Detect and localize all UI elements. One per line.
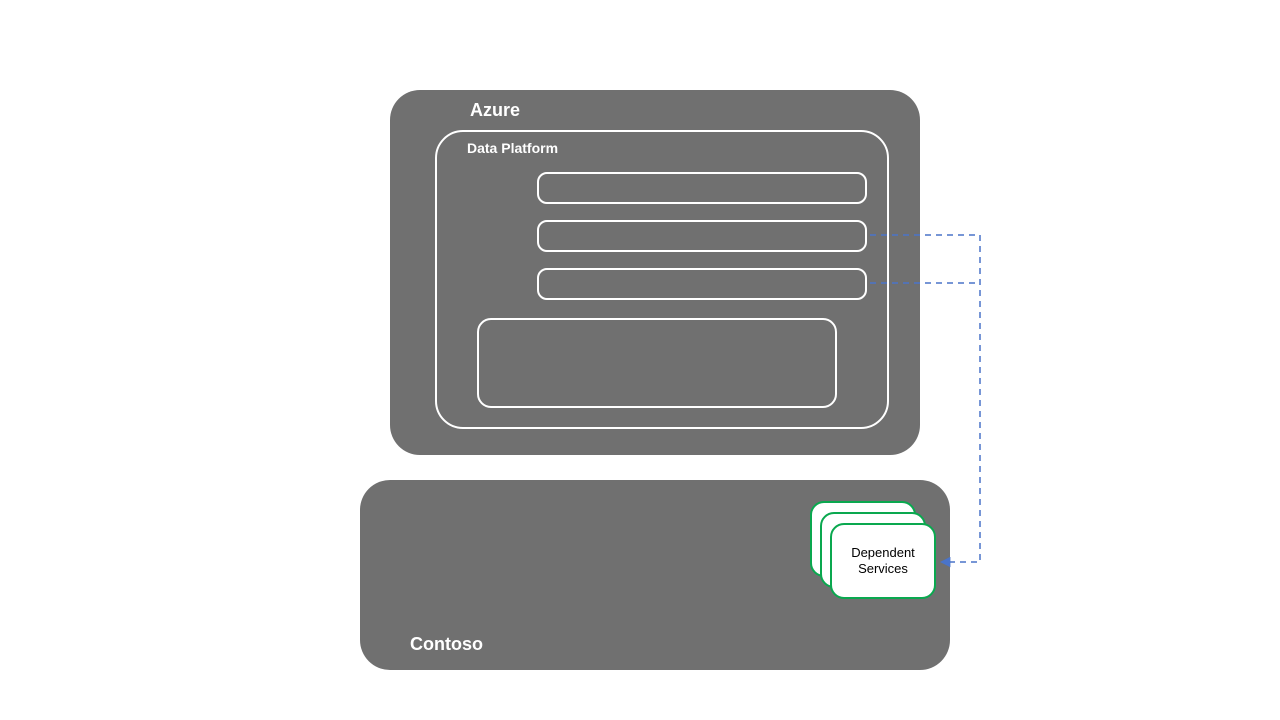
azure-label: Azure	[470, 100, 520, 121]
platform-row-2	[537, 220, 867, 252]
platform-row-1	[537, 172, 867, 204]
data-platform-container: Data Platform	[435, 130, 889, 429]
platform-block	[477, 318, 837, 408]
data-platform-label: Data Platform	[467, 140, 558, 156]
dependent-services-label-2: Services	[858, 561, 908, 576]
azure-container: Azure Data Platform	[390, 90, 920, 455]
dependent-services-label-1: Dependent	[851, 545, 915, 560]
dependent-services-card-front: Dependent Services	[830, 523, 936, 599]
platform-row-3	[537, 268, 867, 300]
contoso-label: Contoso	[410, 634, 483, 655]
